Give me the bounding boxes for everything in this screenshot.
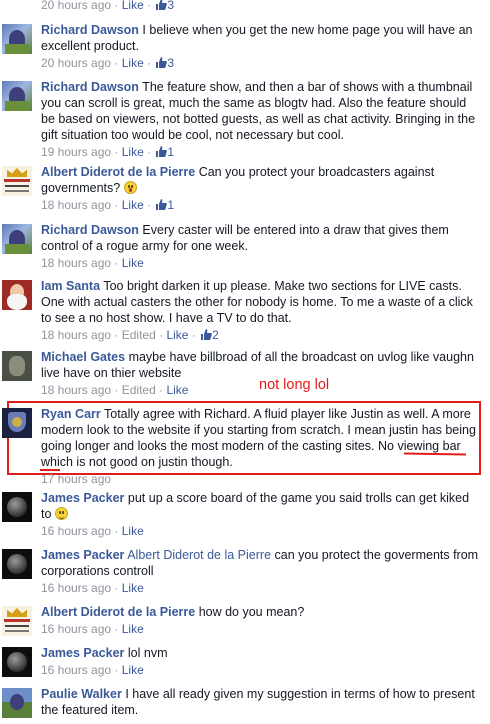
like-button[interactable]: Like (122, 622, 144, 636)
comment-author[interactable]: Richard Dawson (41, 223, 139, 237)
comment-meta: 18 hours ago · Like · 1 (41, 198, 175, 212)
comment-time[interactable]: 18 hours ago (41, 256, 111, 270)
like-count[interactable]: 1 (167, 198, 174, 212)
comment-author[interactable]: Richard Dawson (41, 23, 139, 37)
comment-author[interactable]: Paulie Walker (41, 687, 122, 701)
comment-text: lol nvm (127, 646, 168, 660)
comment-author[interactable]: Richard Dawson (41, 80, 139, 94)
emoji-smile-icon (54, 507, 68, 520)
like-button[interactable]: Like (122, 56, 144, 70)
comment-author[interactable]: Iam Santa (41, 279, 100, 293)
emoji-wow-icon (123, 181, 137, 194)
comment-author[interactable]: Michael Gates (41, 350, 125, 364)
comment-time[interactable]: 20 hours ago (41, 56, 111, 70)
avatar[interactable] (2, 549, 32, 579)
comment-meta: 16 hours ago · Like (41, 524, 144, 538)
comment-author[interactable]: Ryan Carr (41, 407, 101, 421)
avatar[interactable] (2, 81, 32, 111)
comment-author[interactable]: James Packer (41, 548, 124, 562)
like-button[interactable]: Like (122, 663, 144, 677)
like-button[interactable]: Like (122, 198, 144, 212)
avatar[interactable] (2, 24, 32, 54)
mention-link[interactable]: Albert Diderot de la Pierre (127, 548, 271, 562)
comment-author[interactable]: James Packer (41, 646, 124, 660)
comment-meta: 19 hours ago · Like · 1 (41, 145, 175, 159)
comment-text: Too bright darken it up please. Make two… (41, 279, 473, 325)
thumbs-up-icon (156, 146, 168, 157)
like-button[interactable]: Like (166, 328, 188, 342)
comment-time[interactable]: 16 hours ago (41, 581, 111, 595)
thumbs-up-icon (201, 329, 212, 340)
avatar[interactable] (2, 647, 32, 677)
avatar[interactable] (2, 492, 32, 522)
avatar[interactable] (2, 408, 32, 438)
annotation-text: not long lol (259, 377, 330, 393)
like-button[interactable]: Like (122, 256, 144, 270)
avatar[interactable] (2, 166, 32, 196)
like-count[interactable]: 1 (167, 145, 174, 159)
comment-meta: 20 hours ago · Like · 3 (41, 0, 175, 12)
comment-author[interactable]: Albert Diderot de la Pierre (41, 605, 195, 619)
comment-time[interactable]: 16 hours ago (41, 524, 111, 538)
like-button[interactable]: Like (122, 524, 144, 538)
avatar[interactable] (2, 688, 32, 718)
like-button[interactable]: Like (122, 145, 144, 159)
comment-author[interactable]: James Packer (41, 491, 124, 505)
comment-text: Totally agree with Richard. A fluid play… (41, 407, 476, 469)
like-count[interactable]: 3 (167, 56, 174, 70)
comment-meta: 16 hours ago · Like (41, 622, 144, 636)
annotation-underline (40, 469, 60, 471)
comment-meta: 18 hours ago · Edited · Like · 2 (41, 328, 219, 342)
comment-time[interactable]: 19 hours ago (41, 145, 111, 159)
comment-meta: 16 hours ago · Like (41, 663, 144, 677)
avatar[interactable] (2, 351, 32, 381)
comment-text: how do you mean? (198, 605, 305, 619)
comment-time[interactable]: 16 hours ago (41, 663, 111, 677)
comment-time[interactable]: 17 hours ago (41, 472, 111, 486)
comment-time[interactable]: 18 hours ago (41, 328, 111, 342)
edited-link[interactable]: Edited (122, 328, 156, 342)
edited-link[interactable]: Edited (122, 383, 156, 397)
like-button[interactable]: Like (122, 581, 144, 595)
avatar[interactable] (2, 606, 32, 636)
comment-time[interactable]: 16 hours ago (41, 622, 111, 636)
like-count[interactable]: 3 (167, 0, 174, 12)
comment-time[interactable]: 18 hours ago (41, 198, 111, 212)
thumbs-up-icon (156, 57, 168, 68)
like-button[interactable]: Like (166, 383, 188, 397)
comment-meta: 20 hours ago · Like · 3 (41, 56, 175, 70)
thumbs-up-icon (156, 0, 168, 10)
comment-time[interactable]: 20 hours ago (41, 0, 111, 12)
comment-meta: 17 hours ago (41, 471, 476, 487)
comment-meta: 16 hours ago · Like (41, 581, 144, 595)
avatar[interactable] (2, 280, 32, 310)
like-count[interactable]: 2 (212, 328, 219, 342)
like-button[interactable]: Like (122, 0, 144, 12)
comment-time[interactable]: 18 hours ago (41, 383, 111, 397)
avatar[interactable] (2, 224, 32, 254)
thumbs-up-icon (156, 199, 168, 210)
comment-author[interactable]: Albert Diderot de la Pierre (41, 165, 195, 179)
comment-meta: 18 hours ago · Like (41, 256, 144, 270)
